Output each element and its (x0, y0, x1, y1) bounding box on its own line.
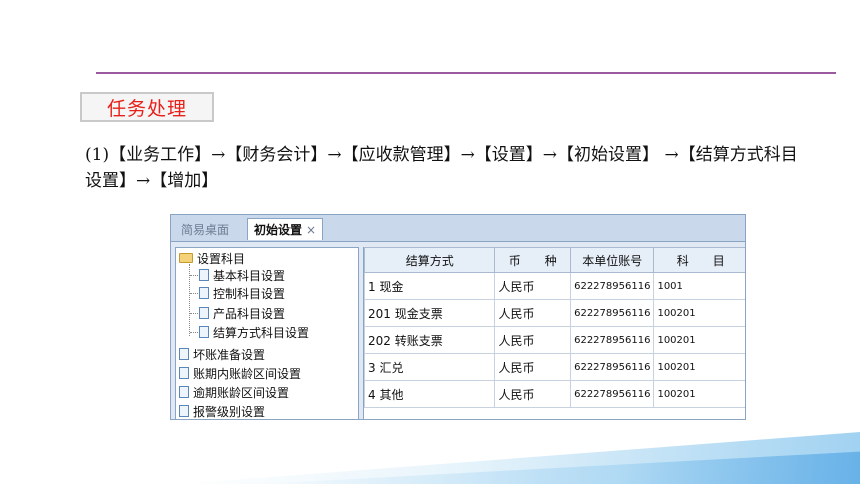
table-cell[interactable]: 100201 (653, 326, 745, 354)
table-cell[interactable]: 622278956116 (570, 272, 655, 300)
table-cell[interactable]: 4 其他 (364, 380, 496, 408)
table-cell[interactable]: 622278956116 (570, 299, 655, 327)
table-cell[interactable]: 100201 (653, 353, 745, 381)
document-icon (199, 287, 209, 299)
document-icon (179, 367, 189, 379)
table-cell[interactable]: 人民币 (494, 380, 572, 408)
settings-tree: 设置科目 基本科目设置 控制科目设置 产品科目设置 结算方式科目设置 坏账准备设… (175, 247, 359, 419)
tree-node-root[interactable]: 设置科目 (179, 250, 245, 266)
tree-node-basic-subject[interactable]: 基本科目设置 (199, 267, 285, 283)
column-header[interactable]: 科 目 (653, 247, 745, 273)
close-icon[interactable]: × (306, 223, 316, 237)
table-row[interactable]: 1 现金 人民币 622278956116 1001 (364, 272, 745, 300)
tree-node-alert-level[interactable]: 报警级别设置 (179, 403, 265, 419)
instruction-text: (1)【业务工作】→【财务会计】→【应收款管理】→【设置】→【初始设置】 →【结… (85, 145, 798, 191)
column-header[interactable]: 币 种 (494, 247, 572, 273)
tree-node-aging-in-period[interactable]: 账期内账龄区间设置 (179, 365, 301, 381)
tree-node-label: 逾期账龄区间设置 (193, 385, 290, 400)
table-cell[interactable]: 622278956116 (570, 353, 655, 381)
settlement-grid: 结算方式 币 种 本单位账号 科 目 1 现金 人民币 622278956116… (363, 247, 745, 419)
tree-line (190, 275, 198, 276)
tree-line (190, 313, 198, 314)
column-header[interactable]: 本单位账号 (570, 247, 655, 273)
table-cell[interactable]: 622278956116 (570, 326, 655, 354)
tree-node-bad-debt[interactable]: 坏账准备设置 (179, 346, 265, 362)
table-cell[interactable]: 100201 (653, 380, 745, 408)
tree-node-label: 产品科目设置 (213, 306, 286, 321)
tree-node-label: 结算方式科目设置 (213, 325, 310, 340)
tree-line (190, 293, 198, 294)
table-cell[interactable]: 622278956116 (570, 380, 655, 408)
table-cell[interactable]: 人民币 (494, 326, 572, 354)
document-icon (199, 269, 209, 281)
table-cell[interactable]: 1 现金 (364, 272, 496, 300)
table-cell[interactable]: 3 汇兑 (364, 353, 496, 381)
table-cell[interactable]: 1001 (653, 272, 745, 300)
table-cell[interactable]: 人民币 (494, 272, 572, 300)
document-icon (199, 326, 209, 338)
folder-open-icon (179, 253, 193, 263)
tree-node-settlement-subject[interactable]: 结算方式科目设置 (199, 324, 309, 340)
table-row[interactable]: 3 汇兑 人民币 622278956116 100201 (364, 353, 745, 381)
tab-label: 初始设置 (254, 223, 303, 237)
tab-simple-desktop[interactable]: 简易桌面 (175, 218, 235, 240)
document-icon (199, 307, 209, 319)
table-cell[interactable]: 201 现金支票 (364, 299, 496, 327)
tree-node-overdue-aging[interactable]: 逾期账龄区间设置 (179, 384, 289, 400)
table-row[interactable]: 202 转账支票 人民币 622278956116 100201 (364, 326, 745, 354)
table-row[interactable]: 201 现金支票 人民币 622278956116 100201 (364, 299, 745, 327)
tree-node-control-subject[interactable]: 控制科目设置 (199, 285, 285, 301)
table-row[interactable]: 4 其他 人民币 622278956116 100201 (364, 380, 745, 408)
tree-node-label: 坏账准备设置 (193, 347, 266, 362)
document-icon (179, 386, 189, 398)
tree-node-label: 基本科目设置 (213, 268, 286, 283)
tree-node-label: 控制科目设置 (213, 286, 286, 301)
document-icon (179, 405, 189, 417)
settlement-table: 结算方式 币 种 本单位账号 科 目 1 现金 人民币 622278956116… (364, 247, 745, 408)
table-header-row: 结算方式 币 种 本单位账号 科 目 (364, 247, 745, 273)
table-cell[interactable]: 人民币 (494, 299, 572, 327)
section-label: 任务处理 (80, 92, 214, 122)
tab-label: 简易桌面 (181, 222, 230, 237)
app-window: 简易桌面 初始设置 × 设置科目 基本科目设置 控制科目设置 产品科目设置 结算… (170, 214, 746, 420)
tree-node-label: 报警级别设置 (193, 404, 266, 419)
column-header[interactable]: 结算方式 (364, 247, 496, 273)
table-cell[interactable]: 人民币 (494, 353, 572, 381)
table-cell[interactable]: 202 转账支票 (364, 326, 496, 354)
tree-line (190, 332, 198, 333)
tree-node-label: 账期内账龄区间设置 (193, 366, 302, 381)
tab-bar: 简易桌面 初始设置 × (171, 215, 745, 242)
table-cell[interactable]: 100201 (653, 299, 745, 327)
top-divider (96, 72, 836, 74)
tree-node-product-subject[interactable]: 产品科目设置 (199, 305, 285, 321)
document-icon (179, 348, 189, 360)
tab-initial-settings[interactable]: 初始设置 × (247, 218, 324, 240)
tree-node-label: 设置科目 (197, 251, 246, 266)
